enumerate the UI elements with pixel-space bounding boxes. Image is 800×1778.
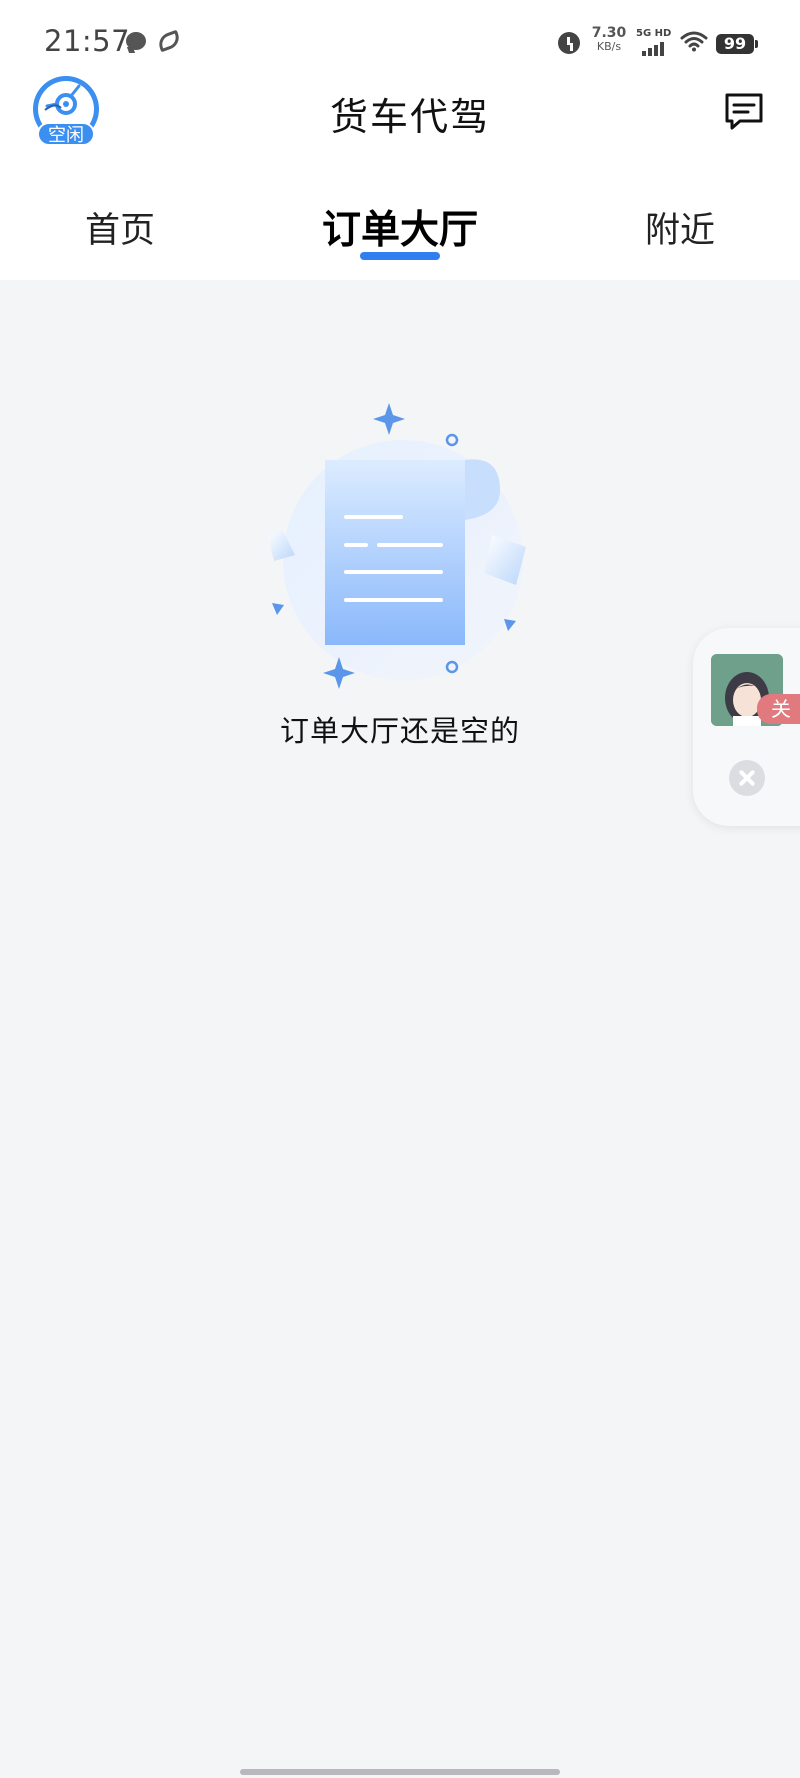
empty-state-message: 订单大厅还是空的 [279, 714, 520, 748]
status-bar: 21:57 7.30 KB/s 5G HD 99 [0, 0, 800, 72]
driver-status-avatar[interactable]: 空闲 [33, 76, 99, 146]
battery-indicator: 99 [716, 34, 758, 54]
status-time: 21:57 [44, 24, 131, 58]
chat-notification-icon [126, 32, 146, 50]
floating-promo-widget: 关 [693, 628, 800, 826]
active-tab-indicator [360, 252, 440, 260]
tab-order-hall[interactable]: 订单大厅 [300, 199, 500, 255]
network-speed-value: 7.30 [591, 25, 627, 41]
network-speed-unit: KB/s [596, 40, 622, 53]
close-icon[interactable] [729, 760, 765, 796]
tab-nearby[interactable]: 附近 [580, 202, 780, 253]
home-indicator[interactable] [240, 1769, 560, 1775]
app-notification-icon [155, 29, 183, 53]
alarm-icon [558, 32, 580, 54]
promo-tag[interactable]: 关 [757, 694, 800, 724]
app-header: 空闲 货车代驾 [0, 72, 800, 168]
empty-orders-illustration [268, 403, 526, 689]
message-icon[interactable] [722, 90, 766, 134]
network-speed: 7.30 KB/s [590, 26, 628, 54]
network-type-label: 5G HD [636, 28, 672, 39]
tab-home[interactable]: 首页 [20, 202, 220, 253]
status-badge: 空闲 [37, 122, 95, 146]
tab-bar: 首页 订单大厅 附近 [0, 168, 800, 280]
page-title: 货车代驾 [329, 95, 490, 139]
wifi-icon [680, 31, 708, 52]
signal-strength-icon [642, 42, 670, 56]
